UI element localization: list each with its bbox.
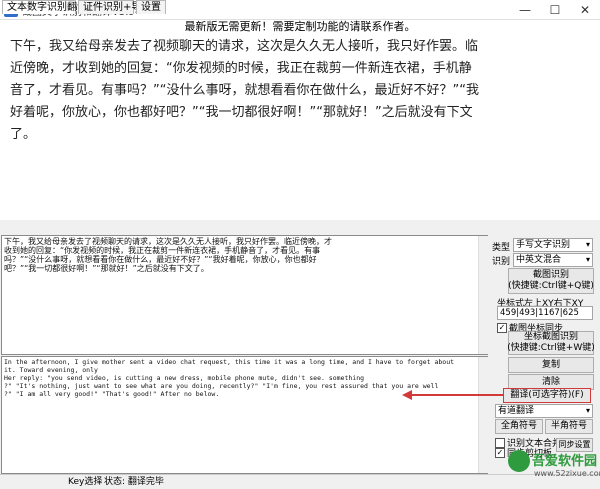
recognize-label: 识别 — [492, 257, 511, 267]
status-bar: Key选择 状态: 翻译完毕 — [0, 474, 600, 489]
copy-button[interactable]: 复制 — [508, 357, 594, 373]
ocr-scrollbar[interactable] — [478, 236, 488, 354]
coord-btn-label: 坐标截图识别 — [523, 332, 578, 342]
checkbox-checked-icon: ✓ — [495, 447, 505, 458]
watermark-url: www.52zixue.com — [534, 469, 600, 478]
tab-text-ocr-translate[interactable]: 文本数字识别翻译 — [2, 0, 87, 14]
type-select[interactable]: 手写文字识别 — [513, 238, 593, 252]
half-width-symbol-button[interactable]: 半角符号 — [545, 419, 593, 434]
minimize-button[interactable]: — — [510, 0, 540, 20]
ocr-result-textarea[interactable]: 下午，我又给母亲发去了视频聊天的请求，这次是久久无人接听，我只好作罢。临近傍晚，… — [1, 235, 488, 355]
capture-btn-shortcut: (快捷键:Ctrl键+Q键) — [508, 281, 594, 291]
watermark-logo-icon — [508, 450, 530, 472]
translation-textarea[interactable]: In the afternoon, I give mother sent a v… — [1, 356, 488, 474]
capture-recognize-button[interactable]: 截图识别 (快捷键:Ctrl键+Q键) — [508, 268, 594, 294]
type-label: 类型 — [492, 243, 511, 253]
tab-settings[interactable]: 设置 — [136, 0, 166, 14]
key-select-label[interactable]: Key选择 — [68, 475, 102, 489]
tab-id-card-export[interactable]: 证件识别+导出 — [78, 0, 151, 14]
update-notice: 最新版无需更新！需要定制功能的请联系作者。 — [184, 20, 416, 33]
capture-btn-label: 截图识别 — [532, 270, 569, 280]
translate-button[interactable]: 翻译(可选字符)(F) — [503, 388, 591, 403]
maximize-button[interactable]: ☐ — [540, 0, 570, 20]
source-paragraph: 下午，我又给母亲发去了视频聊天的请求，这次是久久无人接听，我只好作罢。临近傍晚，… — [10, 39, 479, 142]
checkbox-checked-icon: ✓ — [497, 322, 507, 333]
translation-scrollbar[interactable] — [478, 357, 488, 473]
coord-btn-shortcut: (快捷键:Ctrl键+W键) — [507, 343, 595, 353]
annotation-arrow-icon — [402, 390, 503, 400]
coordinate-capture-button[interactable]: 坐标截图识别 (快捷键:Ctrl键+W键) — [507, 331, 595, 355]
coordinate-input[interactable]: 459|493|1167|625 — [497, 306, 593, 320]
recognize-language-select[interactable]: 中英文混合 — [513, 253, 593, 267]
status-text: 状态: 翻译完毕 — [104, 477, 164, 487]
watermark-name: 吾爱软件园 — [532, 454, 598, 469]
full-width-symbol-button[interactable]: 全角符号 — [495, 419, 543, 434]
close-button[interactable]: ✕ — [570, 0, 600, 20]
